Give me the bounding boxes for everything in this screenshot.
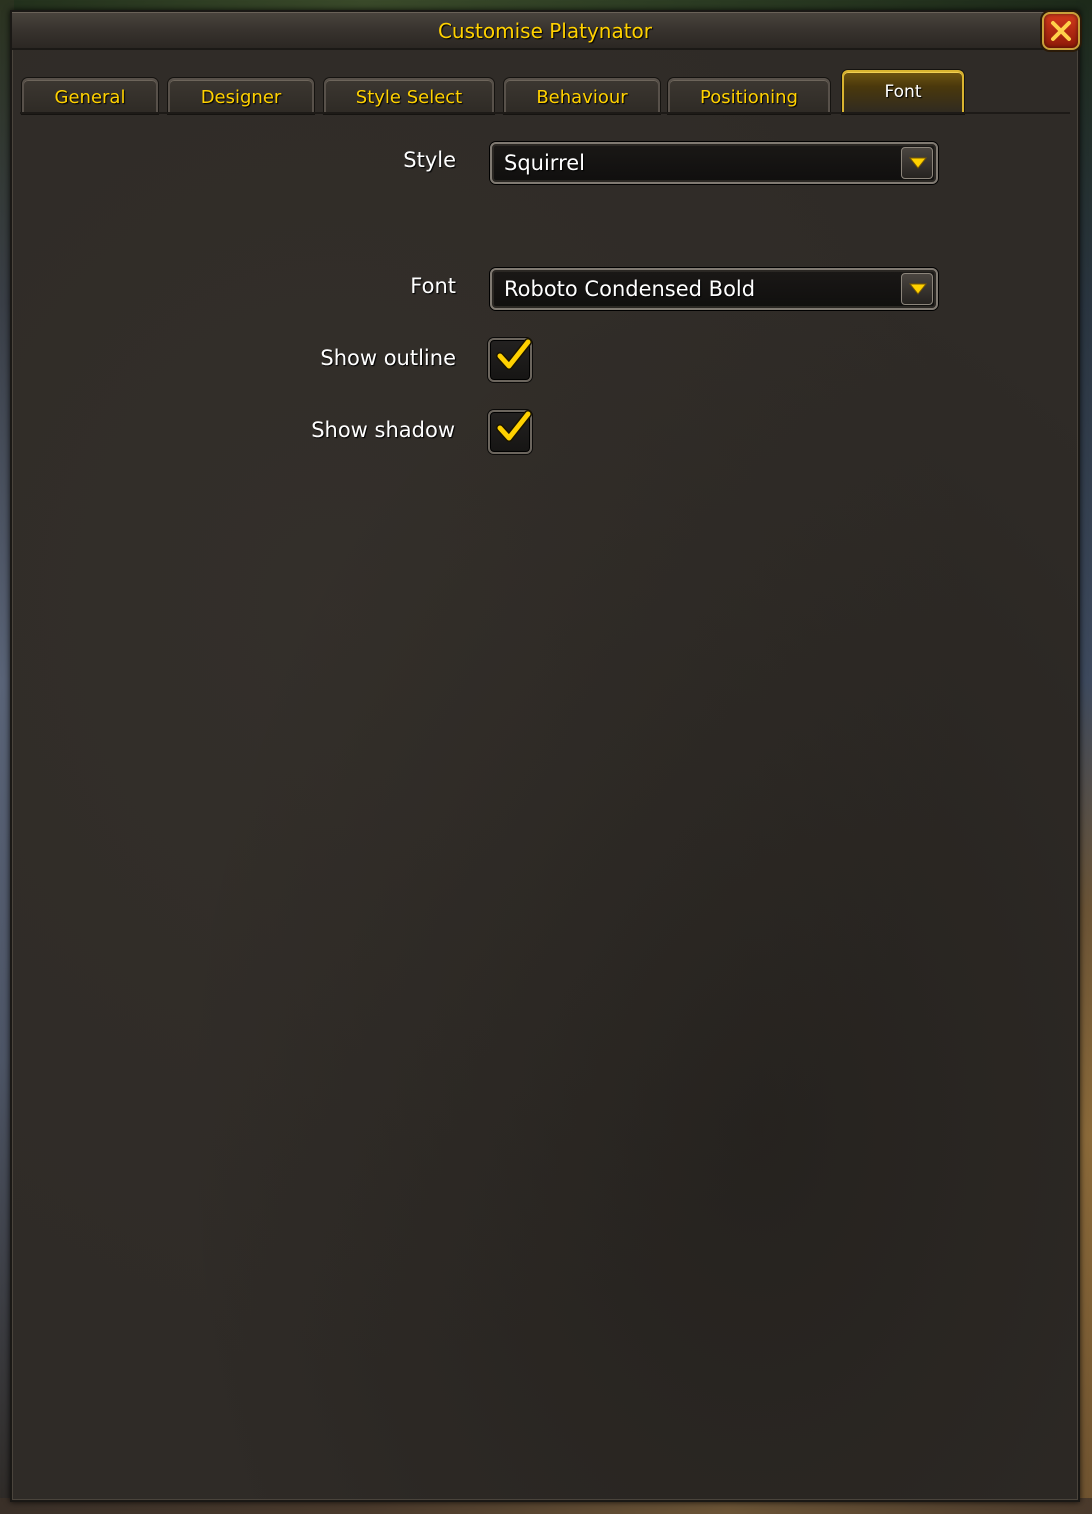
content-divider bbox=[20, 112, 1070, 114]
style-label: Style bbox=[403, 148, 456, 172]
show-shadow-checkbox[interactable] bbox=[488, 410, 532, 454]
tab-bar: General Designer Style Select Behaviour … bbox=[20, 70, 1070, 114]
window-title: Customise Platynator bbox=[437, 19, 653, 43]
checkmark-icon bbox=[496, 410, 532, 442]
tab-style-select[interactable]: Style Select bbox=[324, 78, 494, 114]
tab-font[interactable]: Font bbox=[842, 70, 964, 114]
close-x-icon bbox=[1051, 21, 1071, 41]
tab-behaviour[interactable]: Behaviour bbox=[504, 78, 660, 114]
show-shadow-label: Show shadow bbox=[311, 418, 455, 442]
show-outline-checkbox[interactable] bbox=[488, 338, 532, 382]
tab-designer[interactable]: Designer bbox=[168, 78, 314, 114]
style-dropdown-value: Squirrel bbox=[504, 151, 585, 175]
title-bar[interactable]: Customise Platynator bbox=[12, 12, 1080, 50]
close-button[interactable] bbox=[1042, 12, 1080, 50]
dropdown-arrow-icon bbox=[908, 283, 928, 295]
font-dropdown-value: Roboto Condensed Bold bbox=[504, 277, 756, 301]
customise-window: Customise Platynator General Designer St… bbox=[10, 10, 1080, 1502]
font-dropdown-button[interactable] bbox=[901, 273, 933, 305]
show-outline-label: Show outline bbox=[320, 346, 456, 370]
font-dropdown[interactable]: Roboto Condensed Bold bbox=[490, 268, 938, 310]
tab-positioning[interactable]: Positioning bbox=[668, 78, 830, 114]
style-dropdown-button[interactable] bbox=[901, 147, 933, 179]
dropdown-arrow-icon bbox=[908, 157, 928, 169]
checkmark-icon bbox=[496, 338, 532, 370]
tab-general[interactable]: General bbox=[22, 78, 158, 114]
font-label: Font bbox=[410, 274, 456, 298]
style-dropdown[interactable]: Squirrel bbox=[490, 142, 938, 184]
